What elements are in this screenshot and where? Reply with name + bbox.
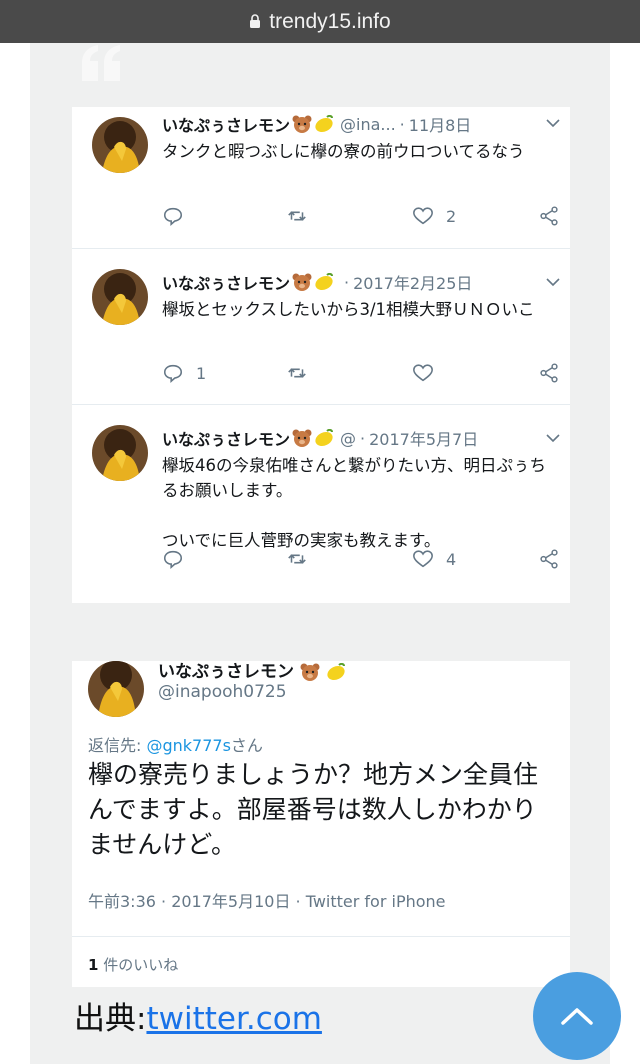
tweet-text: 欅坂とセックスしたいから3/1相模大野ＵＮＯいこ [162,300,535,319]
reply-icon [163,550,183,569]
lemon-emoji-icon [327,663,345,681]
like-count: 4 [446,549,457,569]
share-button[interactable] [538,547,560,571]
embedded-tweets-card: いなぷぅさレモン @ina... · 11月8日 タンクと暇つぶしに欅の寮の前ウ… [72,107,570,603]
tweet-actions: 4 [162,547,562,571]
separator-dot: · [399,114,405,134]
tweet[interactable]: いなぷぅさレモン @ · 2017年5月7日 欅坂46の今泉佑唯さんと繋がりたい… [72,404,570,603]
tweet-text: タンクと暇つぶしに欅の寮の前ウロついてるなう [162,142,525,161]
tweet-date[interactable]: 11月8日 [409,112,472,136]
retweet-button[interactable] [286,547,308,571]
share-button[interactable] [538,204,560,228]
tweet-header: いなぷぅさレモン · 2017年2月25日 [162,270,557,294]
display-name: いなぷぅさレモン [158,661,346,682]
retweet-button[interactable] [286,361,308,385]
share-button[interactable] [538,361,560,385]
source-link[interactable]: twitter.com [146,1001,321,1037]
quote-icon [82,45,120,81]
share-icon [540,549,558,569]
chevron-up-icon [561,1008,593,1025]
tweet[interactable]: いなぷぅさレモン · 2017年2月25日 欅坂とセックスしたいから3/1相模大… [72,248,570,404]
scroll-to-top-button[interactable] [533,972,621,1060]
reply-button[interactable] [162,547,196,571]
lemon-emoji-icon [315,429,334,447]
tweet-date[interactable]: 2017年5月7日 [369,426,478,450]
like-count: 2 [446,206,457,226]
chevron-down-icon[interactable] [546,277,560,287]
tweet-text: 欅坂46の今泉佑唯さんと繋がりたい方、明日ぷぅちるお願いします。 ついでに巨人菅… [162,456,546,550]
tweet-header: いなぷぅさレモン @ · 2017年5月7日 [162,426,557,450]
likes-summary: 1 件のいいね [88,956,179,974]
share-icon [540,206,558,226]
display-name[interactable]: いなぷぅさレモン [162,426,290,450]
heart-icon [413,207,433,225]
avatar[interactable] [92,269,148,325]
like-button[interactable] [412,361,446,385]
chevron-down-icon[interactable] [546,118,560,128]
lemon-emoji-icon [315,115,334,133]
retweet-icon [288,554,306,564]
tweet-actions: 1 [162,361,562,385]
like-button[interactable]: 4 [412,547,456,571]
tweet-actions: 2 [162,204,562,228]
tweet-header: いなぷぅさレモン @ina... · 11月8日 [162,112,557,136]
bear-emoji-icon [292,273,312,291]
retweet-button[interactable] [286,204,308,228]
lemon-emoji-icon [315,273,334,291]
reply-button[interactable] [162,204,196,228]
tweet-date[interactable]: 2017年2月25日 [353,270,472,294]
tweet-meta: 午前3:36 · 2017年5月10日 · Twitter for iPhone [88,892,446,911]
source-credit: 出典:twitter.com [74,1001,322,1037]
bear-emoji-icon [300,663,320,681]
bear-emoji-icon [292,429,312,447]
like-button[interactable]: 2 [412,204,456,228]
display-name[interactable]: いなぷぅさレモン [162,112,290,136]
heart-icon [413,364,433,382]
avatar [88,661,144,717]
handle[interactable]: @ [340,429,356,448]
avatar[interactable] [92,425,148,481]
separator-dot: · [360,428,366,448]
browser-url-bar[interactable]: trendy15.info [0,0,640,43]
reply-mention: @gnk777s [146,736,231,755]
tweet-screenshot-image: いなぷぅさレモン @inapooh0725 返信先: @gnk777sさん 欅の… [72,661,570,987]
heart-icon [413,550,433,568]
bear-emoji-icon [292,115,312,133]
handle[interactable]: @ina... [340,115,396,134]
reply-icon [163,364,183,383]
chevron-down-icon[interactable] [546,433,560,443]
url-text: trendy15.info [269,9,391,33]
avatar[interactable] [92,117,148,173]
display-name[interactable]: いなぷぅさレモン [162,270,290,294]
reply-to-line: 返信先: @gnk777sさん [88,736,263,755]
retweet-icon [288,211,306,221]
divider [72,936,570,937]
retweet-icon [288,368,306,378]
lock-icon [250,14,261,28]
reply-button[interactable]: 1 [162,361,206,385]
share-icon [540,363,558,383]
separator-dot: · [344,272,350,292]
reply-icon [163,207,183,226]
tweet[interactable]: いなぷぅさレモン @ina... · 11月8日 タンクと暇つぶしに欅の寮の前ウ… [72,107,570,263]
tweet-text: 欅の寮売りましょうか？地方メン全員住んでますよ。部屋番号は数人しかわかりませんけ… [88,760,539,859]
reply-count: 1 [196,363,207,383]
handle: @inapooh0725 [158,682,287,702]
